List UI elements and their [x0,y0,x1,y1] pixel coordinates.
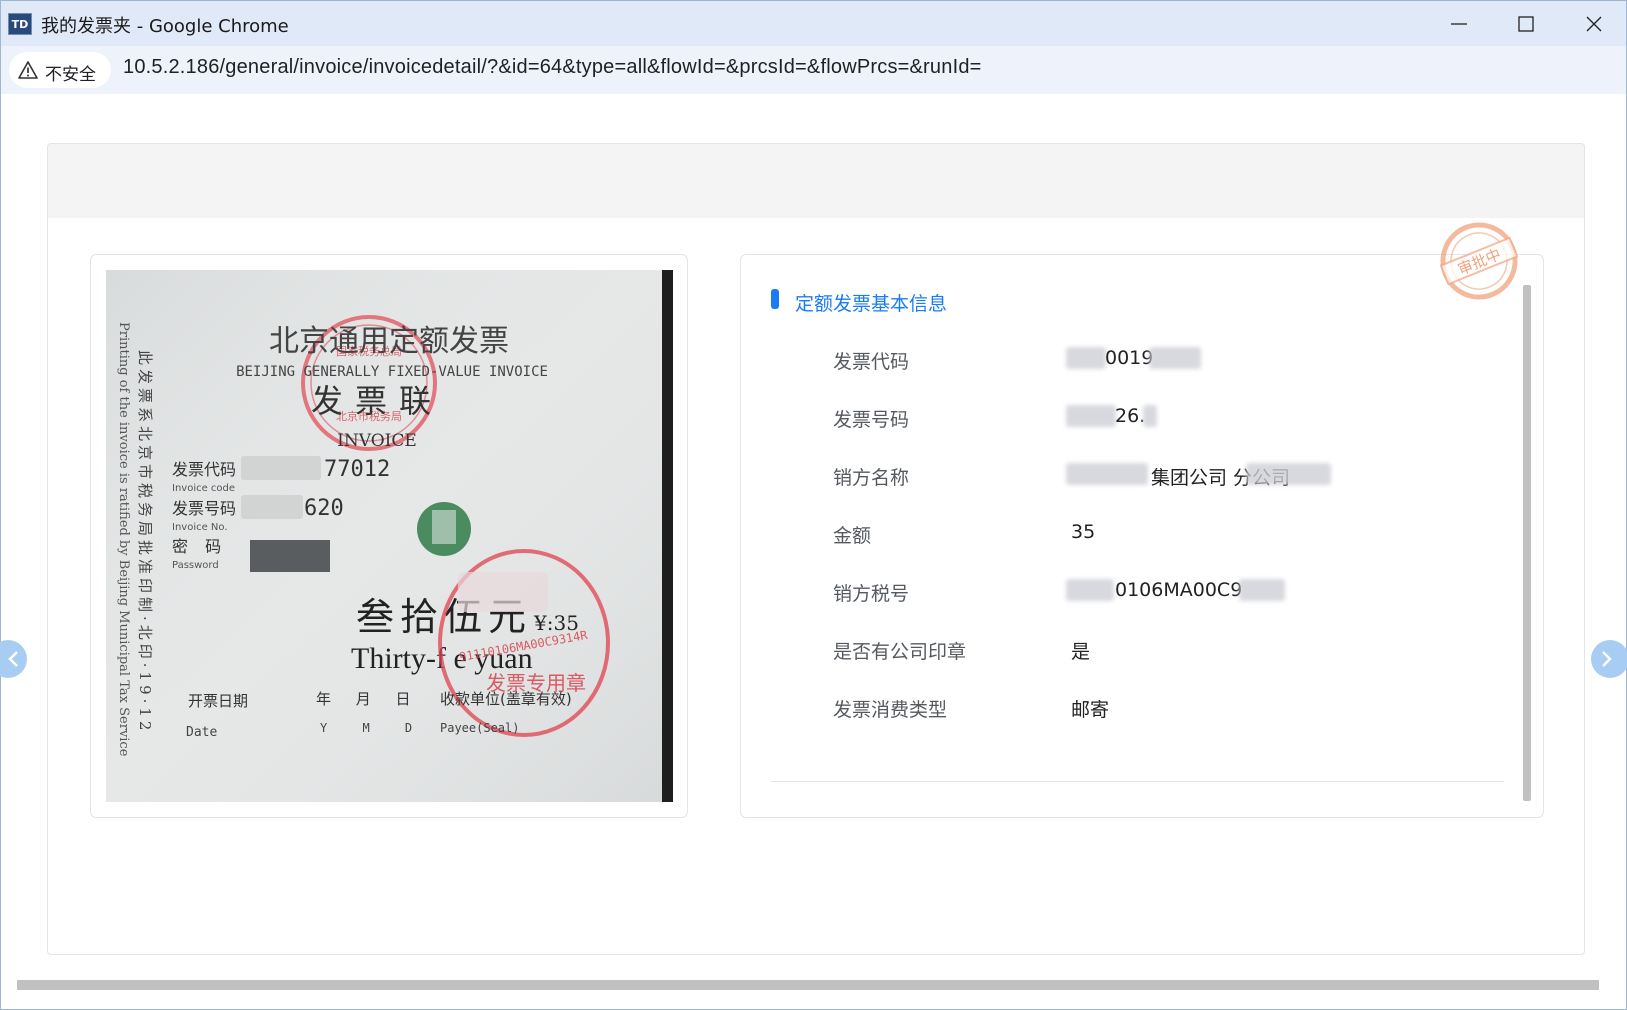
field-value-invoice-number: 26. [1115,405,1146,427]
window-titlebar: TD 我的发票夹 - Google Chrome [0,0,1627,46]
chevron-left-icon [8,651,18,667]
field-label-consumption-type: 发票消费类型 [833,699,948,721]
field-label-amount: 金额 [833,525,872,547]
number-label-en: Invoice No. [172,522,228,533]
panel-header [48,144,1584,218]
field-label-seller-tax-id: 销方税号 [833,583,910,605]
redaction-blur [1066,347,1106,369]
invoice-title-cn: 北京通用定额发票 [269,324,509,359]
invoice-illustration: 国家税务总局 北京市税务局 北京通用定额发票 BEIJING GENERALLY… [106,270,673,802]
field-label-invoice-number: 发票号码 [833,409,910,431]
info-divider [771,781,1504,782]
field-value-seller-tax-id: 0106MA00C9 [1115,579,1243,601]
address-bar: 不安全 10.5.2.186/general/invoice/invoicede… [0,46,1627,94]
field-value-invoice-code: 0019 [1105,347,1154,369]
code-value: 77012 [324,457,390,482]
warning-icon [18,61,38,79]
security-indicator[interactable]: 不安全 [9,52,111,88]
number-redaction [241,495,303,519]
invoice-side-text-cn: 此发票系北京市税务局批准印制·北印·19·12 [136,350,154,734]
redaction-blur [1143,405,1157,427]
date-label-en: Date [186,725,217,740]
date-units-en: Y M D [320,721,426,735]
previous-invoice-button[interactable] [0,640,27,678]
field-label-invoice-code: 发票代码 [833,351,910,373]
chevron-right-icon [1602,651,1612,667]
password-label: 密 码 [172,537,227,556]
next-invoice-button[interactable] [1591,640,1627,678]
password-box [250,540,330,572]
page-content: 国家税务总局 北京市税务局 北京通用定额发票 BEIJING GENERALLY… [0,94,1627,1010]
redaction-blur [1066,579,1114,601]
payee-label: 收款单位(盖章有效) [440,690,572,708]
invoice-side-text-en: Printing of the invoice is ratified by B… [116,322,131,757]
horizontal-scrollbar[interactable] [17,980,1599,990]
info-scrollbar[interactable] [1523,285,1531,801]
field-label-has-seal: 是否有公司印章 [833,641,967,663]
redaction-blur [1066,405,1116,427]
invoice-info-card: 定额发票基本信息 发票代码 0019 发票号码 26. 销方名称 集团公司 分公… [740,254,1544,818]
field-value-has-seal: 是 [1071,641,1091,663]
section-title: 定额发票基本信息 [795,293,948,315]
invoice-copy-en: INVOICE [337,431,417,451]
redaction-blur [1239,579,1285,601]
date-units: 年 月 日 [316,690,421,708]
invoice-detail-panel: 国家税务总局 北京市税务局 北京通用定额发票 BEIJING GENERALLY… [47,143,1585,955]
maximize-icon [1518,16,1534,32]
code-label-en: Invoice code [172,483,235,494]
code-label: 发票代码 [172,460,236,479]
number-value: 620 [304,496,344,521]
app-icon: TD [8,13,32,35]
window-title: 我的发票夹 - Google Chrome [41,16,289,37]
minimize-button[interactable] [1431,5,1487,43]
url-field[interactable]: 10.5.2.186/general/invoice/invoicedetail… [123,56,982,79]
close-button[interactable] [1566,5,1622,43]
invoice-copy-cn: 发票联 [311,382,443,420]
field-value-consumption-type: 邮寄 [1071,699,1110,721]
security-label: 不安全 [45,65,96,85]
maximize-button[interactable] [1498,5,1554,43]
redaction-blur [1246,463,1331,485]
close-icon [1586,16,1602,32]
minimize-icon [1451,23,1467,25]
invoice-title-en: BEIJING GENERALLY FIXED-VALUE INVOICE [236,364,548,380]
field-label-seller-name: 销方名称 [833,467,910,489]
number-label: 发票号码 [172,499,236,518]
code-redaction [241,456,321,480]
section-marker [771,289,779,309]
date-label: 开票日期 [188,692,248,710]
redaction-blur [1149,347,1201,369]
payee-label-en: Payee(Seal) [440,721,519,735]
redaction-blur [1066,463,1148,485]
field-value-amount: 35 [1071,521,1096,543]
invoice-image-card: 国家税务总局 北京市税务局 北京通用定额发票 BEIJING GENERALLY… [90,254,688,818]
approval-status-stamp: 审批中 [1439,222,1519,300]
invoice-photo[interactable]: 国家税务总局 北京市税务局 北京通用定额发票 BEIJING GENERALLY… [106,270,673,802]
password-label-en: Password [172,560,219,571]
